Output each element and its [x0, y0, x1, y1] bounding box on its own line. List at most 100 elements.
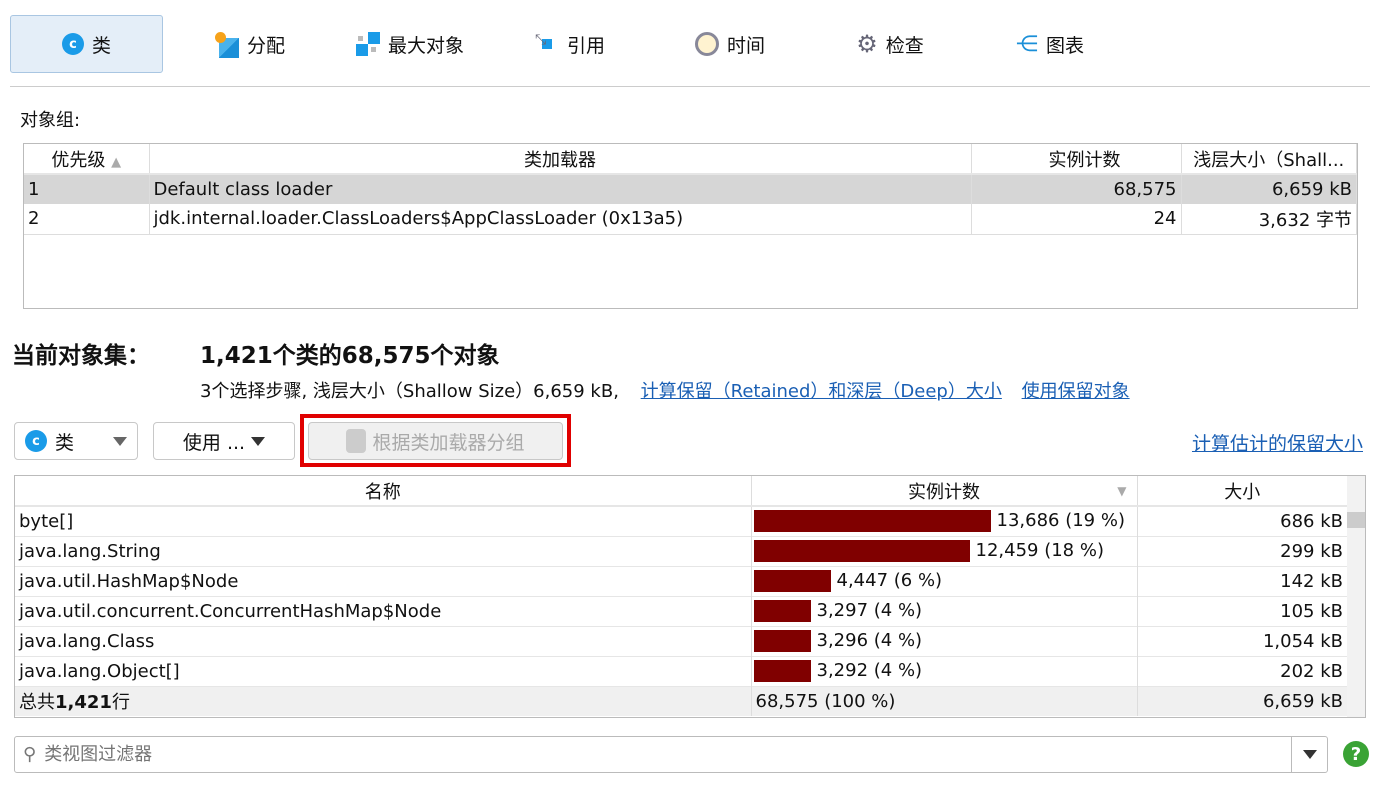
chevron-down-icon	[251, 436, 266, 446]
scrollbar[interactable]	[1347, 476, 1365, 717]
references-icon: ⤡	[535, 32, 559, 56]
cell: 68,575	[971, 174, 1182, 204]
table-row[interactable]: byte[] 13,686 (19 %) 686 kB	[15, 506, 1348, 536]
instance-count: 3,297 (4 %)	[751, 596, 1138, 626]
cell: 2	[24, 204, 150, 234]
object-groups-label: 对象组:	[20, 110, 81, 131]
filter-input[interactable]	[44, 744, 1291, 765]
total-row: 总共1,421行 68,575 (100 %) 6,659 kB	[15, 686, 1348, 716]
total-size: 6,659 kB	[1137, 686, 1348, 716]
tab-label: 时间	[726, 34, 765, 57]
tab-references[interactable]: ⤡ 引用	[525, 15, 615, 73]
instance-count: 3,296 (4 %)	[751, 626, 1138, 656]
cell: jdk.internal.loader.ClassLoaders$AppClas…	[149, 204, 972, 234]
instance-count: 12,459 (18 %)	[751, 536, 1138, 566]
class-icon: c	[61, 33, 84, 55]
object-groups-table[interactable]: 优先级 ▲ 类加载器 实例计数 浅层大小（Shall... 1 Default clas…	[23, 143, 1358, 309]
classloader-icon	[346, 429, 367, 453]
col-priority[interactable]: 优先级 ▲	[24, 144, 150, 175]
table-row[interactable]: 2 jdk.internal.loader.ClassLoaders$AppCla…	[24, 204, 1357, 234]
cell: 24	[971, 204, 1182, 234]
use-menu-label: 使用 ...	[182, 431, 246, 454]
class-name: byte[]	[15, 506, 752, 536]
tab-graph[interactable]: ⋲ 图表	[1005, 15, 1095, 73]
view-select[interactable]: c类	[14, 422, 138, 460]
table-row[interactable]: java.lang.Object[] 3,292 (4 %) 202 kB	[15, 656, 1348, 686]
count-bar	[753, 660, 811, 682]
class-name: java.lang.String	[15, 536, 752, 566]
col-instance-count[interactable]: 实例计数	[971, 144, 1182, 175]
table-row[interactable]: java.util.concurrent.ConcurrentHashMap$N…	[15, 596, 1348, 626]
table-row[interactable]: 1 Default class loader 68,575 6,659 kB	[24, 174, 1357, 204]
tab-label: 最大对象	[387, 34, 464, 57]
class-icon: c	[25, 430, 47, 452]
class-name: java.util.HashMap$Node	[15, 566, 752, 596]
graph-icon: ⋲	[1015, 31, 1038, 57]
class-name: java.lang.Class	[15, 626, 752, 656]
size: 686 kB	[1137, 506, 1348, 536]
search-icon: ⚲	[23, 744, 37, 765]
allocation-icon	[214, 32, 239, 58]
cell: 3,632 字节	[1181, 204, 1357, 234]
scrollbar-thumb[interactable]	[1347, 512, 1365, 528]
current-set-details: 3个选择步骤, 浅层大小（Shallow Size）6,659 kB,	[200, 381, 619, 402]
table-row[interactable]: java.lang.Class 3,296 (4 %) 1,054 kB	[15, 626, 1348, 656]
class-name: java.lang.Object[]	[15, 656, 752, 686]
size: 142 kB	[1137, 566, 1348, 596]
size: 202 kB	[1137, 656, 1348, 686]
chevron-down-icon	[113, 436, 127, 446]
count-bar	[753, 540, 970, 562]
sort-asc-icon: ▲	[111, 154, 122, 170]
group-by-classloader-button[interactable]: 根据类加载器分组	[308, 422, 563, 460]
col-size[interactable]: 大小	[1137, 476, 1348, 507]
cell: Default class loader	[149, 174, 972, 204]
current-set-label: 当前对象集：	[12, 343, 150, 369]
class-filter[interactable]: ⚲	[14, 736, 1328, 773]
col-shallow-size[interactable]: 浅层大小（Shall...	[1181, 144, 1357, 175]
tab-label: 检查	[885, 34, 924, 57]
chevron-down-icon	[1302, 750, 1317, 759]
cell: 6,659 kB	[1181, 174, 1357, 204]
tab-biggest-objects[interactable]: 最大对象	[340, 15, 480, 73]
gear-icon: ⚙	[856, 30, 878, 58]
estimate-retained-link[interactable]: 计算估计的保留大小	[1192, 429, 1363, 456]
total-count: 68,575 (100 %)	[751, 686, 1138, 716]
filter-dropdown-button[interactable]	[1291, 737, 1327, 772]
button-label: 根据类加载器分组	[372, 431, 525, 454]
class-name: java.util.concurrent.ConcurrentHashMap$N…	[15, 596, 752, 626]
table-row[interactable]: java.util.HashMap$Node 4,447 (6 %) 142 kB	[15, 566, 1348, 596]
size: 105 kB	[1137, 596, 1348, 626]
count-bar	[753, 600, 811, 622]
col-name[interactable]: 名称	[15, 476, 752, 507]
col-classloader[interactable]: 类加载器	[149, 144, 972, 175]
divider	[10, 86, 1370, 87]
tab-classes[interactable]: c类	[10, 15, 163, 73]
tab-inspections[interactable]: ⚙ 检查	[845, 15, 935, 73]
view-select-value: 类	[55, 431, 75, 454]
tab-time[interactable]: 时间	[685, 15, 775, 73]
help-icon[interactable]: ?	[1343, 741, 1369, 767]
sort-desc-icon: ▼	[1117, 484, 1127, 498]
classes-table[interactable]: 名称 实例计数 ▼ 大小 byte[] 13,686 (19 %) 686 kB java.…	[14, 475, 1366, 718]
cell: 1	[24, 174, 150, 204]
tab-label: 分配	[246, 34, 285, 57]
size: 299 kB	[1137, 536, 1348, 566]
tab-label: 类	[91, 34, 111, 57]
clock-icon	[694, 32, 719, 56]
use-retained-link[interactable]: 使用保留对象	[1022, 381, 1130, 402]
calc-retained-link[interactable]: 计算保留（Retained）和深层（Deep）大小	[641, 381, 1002, 402]
tab-label: 图表	[1045, 34, 1084, 57]
table-row[interactable]: java.lang.String 12,459 (18 %) 299 kB	[15, 536, 1348, 566]
count-bar	[753, 510, 991, 533]
current-set-summary: 1,421个类的68,575个对象	[200, 343, 500, 369]
tab-allocations[interactable]: 分配	[200, 15, 300, 73]
instance-count: 13,686 (19 %)	[751, 506, 1138, 536]
biggest-objects-icon	[355, 32, 380, 56]
instance-count: 4,447 (6 %)	[751, 566, 1138, 596]
use-menu-button[interactable]: 使用 ...	[153, 422, 295, 460]
count-bar	[753, 570, 831, 592]
total-label: 总共1,421行	[15, 686, 752, 716]
instance-count: 3,292 (4 %)	[751, 656, 1138, 686]
count-bar	[753, 630, 811, 652]
col-instance-count[interactable]: 实例计数 ▼	[751, 476, 1138, 507]
